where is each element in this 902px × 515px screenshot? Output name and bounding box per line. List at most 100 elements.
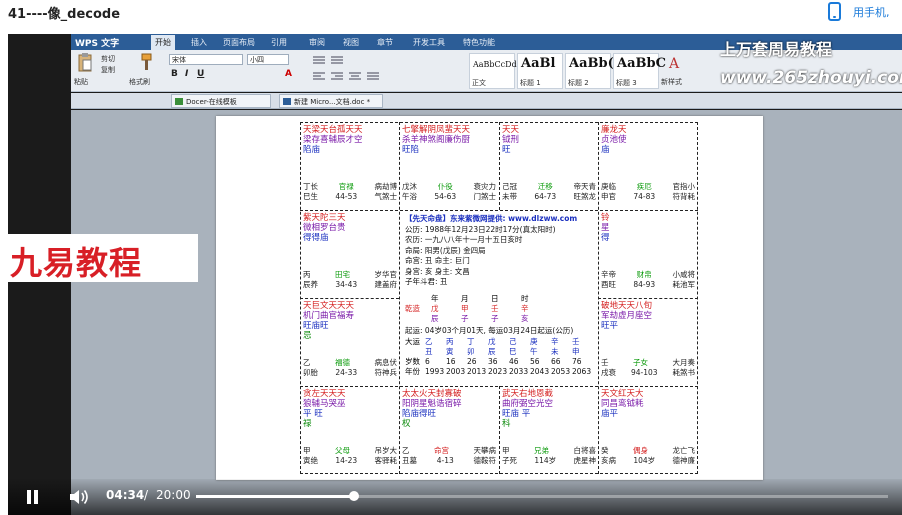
phone-icon[interactable]	[828, 2, 841, 21]
dayun-cell: 36	[488, 357, 498, 366]
stem-branch: 壬	[601, 358, 609, 367]
palace-cell: 贪左天天天 狼辅马哭巫平 旺禄甲 父母 吊岁大 寅绝 14-23 客驿耗	[300, 386, 399, 474]
stem-branch: 寅绝	[303, 456, 318, 465]
watermark-url: www.265zhouyi.com	[720, 68, 902, 88]
star-line: 平 旺	[303, 409, 323, 419]
cut-button[interactable]: 剪切	[101, 54, 115, 64]
volume-icon[interactable]	[68, 488, 90, 506]
star-line: 七擎解阴凤蜚天天	[402, 125, 471, 135]
star-line: 同昌鸾钺耗	[601, 399, 644, 409]
paste-icon[interactable]	[77, 53, 93, 73]
seek-handle[interactable]	[348, 491, 359, 501]
menu-item[interactable]: 开发工具	[413, 37, 445, 48]
stem-branch: 未带	[502, 192, 517, 201]
dayun-cell: 乙	[425, 337, 433, 346]
pause-icon	[34, 490, 38, 504]
spirit-stars: 建盖府	[374, 280, 397, 289]
page-title: 41----像_decode	[8, 7, 121, 22]
footer-line: 丙 田宅 岁华官	[303, 270, 397, 280]
new-style-button[interactable]: 新样式	[661, 77, 682, 87]
pillar-label: 日	[491, 294, 499, 303]
menu-item[interactable]: 审阅	[309, 37, 325, 48]
seek-bar[interactable]	[196, 491, 888, 501]
footer-line: 甲 兄弟 白将喜	[502, 446, 596, 456]
dayun-cell: 2053	[551, 367, 571, 376]
spirit-stars: 吊岁大	[374, 446, 398, 455]
font-color-button[interactable]: A	[285, 69, 292, 79]
phone-link[interactable]: 用手机,	[853, 4, 890, 20]
palace-footer: 戊沐 仆役 衰灾力 午浴 54-63 门煞士	[402, 182, 496, 202]
spirit-stars: 符背耗	[672, 192, 695, 201]
menu-item[interactable]: 视图	[343, 37, 359, 48]
style-preset[interactable]: AaBl 标题 1	[517, 53, 563, 89]
menu-item[interactable]: 页面布局	[223, 37, 255, 48]
pillar-heaven: 乾造 戊 甲 壬 辛	[405, 304, 595, 314]
paste-button[interactable]: 粘贴	[74, 77, 88, 87]
star-line: 杀羊神煞阁廉伤厨	[402, 135, 471, 145]
palace-cell: 廉龙天 贞池使庙庚临 疾厄 官指小 申官 74-83 符背耗	[598, 122, 697, 210]
style-name: 正文	[472, 79, 486, 87]
stem-branch: 辰养	[303, 280, 318, 289]
menu-item[interactable]: 特色功能	[463, 37, 495, 48]
document-page[interactable]: 【先天命盘】东来紫微网提供: www.dlzww.com 公历: 1988年12…	[216, 116, 763, 480]
star-line: 狼辅马哭巫	[303, 399, 346, 409]
spirit-stars: 小咸将	[672, 270, 696, 279]
paragraph-tools-icon[interactable]	[311, 54, 421, 84]
time-separator: /	[144, 488, 149, 502]
style-sample: AaBl	[521, 56, 556, 71]
footer-line: 辰养 34-43 建盖府	[303, 280, 397, 290]
palace-stars: 七擎解阴凤蜚天天 杀羊神煞阁廉伤厨 旺陷	[402, 125, 496, 155]
star-line: 庙	[601, 145, 610, 155]
spirit-stars: 帝天青	[573, 182, 597, 191]
wps-brand[interactable]: WPS 文字	[75, 36, 119, 49]
palace-cell: 天天 钺刑旺己冠 迁移 帝天青 未带 64-73 旺煞龙	[499, 122, 598, 210]
italic-button[interactable]: I	[185, 69, 188, 79]
format-painter-icon[interactable]	[139, 53, 153, 71]
palace-name: 疾厄	[636, 182, 652, 191]
info-line: 公历: 1988年12月23日22时17分(真太阳时)	[405, 224, 556, 234]
star-line: 破地天天八旬	[601, 301, 653, 311]
stem-branch: 甲	[502, 446, 510, 455]
spirit-stars: 门煞士	[473, 192, 496, 201]
footer-line: 己冠 迁移 帝天青	[502, 182, 596, 192]
heaven-stem: 甲	[461, 304, 469, 313]
palace-name: 兄弟	[534, 446, 549, 455]
dayun-cell: 66	[551, 357, 561, 366]
style-sample: AaBbCcDd	[473, 60, 517, 69]
footer-line: 巳生 44-53 气煞士	[303, 192, 397, 202]
dayun-cell: 6	[425, 357, 430, 366]
document-tab[interactable]: 新建 Micro...文档.doc *	[279, 94, 383, 108]
menu-item[interactable]: 章节	[377, 37, 393, 48]
font-size-select[interactable]: 小四	[247, 54, 289, 65]
bold-button[interactable]: B	[171, 69, 178, 79]
pause-button[interactable]	[26, 490, 40, 504]
stem-branch: 丁长	[303, 182, 318, 191]
spirit-stars: 官指小	[672, 182, 696, 191]
age-range: 114岁	[534, 456, 557, 465]
time-current: 04:34	[106, 488, 145, 502]
copy-button[interactable]: 复制	[101, 65, 115, 75]
underline-button[interactable]: U	[197, 69, 204, 79]
menu-item[interactable]: 插入	[191, 37, 207, 48]
footer-line: 庚临 疾厄 官指小	[601, 182, 695, 192]
dayun-cell: 己	[509, 337, 517, 346]
style-preset[interactable]: AaBbCcDd 正文	[469, 53, 517, 89]
palace-name: 迁移	[537, 182, 553, 191]
menu-item[interactable]: 引用	[271, 37, 287, 48]
palace-stars: 天文红天大 同昌鸾钺耗 庙平	[601, 389, 695, 419]
format-painter-button[interactable]: 格式刷	[129, 77, 150, 87]
palace-footer: 丁长 官禄 病劫博 巳生 44-53 气煞士	[303, 182, 397, 202]
footer-line: 壬 子女 大月奏	[601, 358, 695, 368]
style-preset[interactable]: AaBb(标题 2	[565, 53, 614, 89]
style-preset[interactable]: AaBbC 标题 3	[613, 53, 666, 89]
stem-branch: 庚临	[601, 182, 616, 191]
menu-item[interactable]: 开始	[151, 35, 175, 50]
font-select[interactable]: 宋体	[169, 54, 243, 65]
palace-footer: 己冠 迁移 帝天青 未带 64-73 旺煞龙	[502, 182, 596, 202]
document-tab[interactable]: Docer-在线模板	[171, 94, 271, 108]
footer-line: 戊沐 仆役 衰灾力	[402, 182, 496, 192]
stem-branch: 戌衰	[601, 368, 616, 377]
palace-stars: 铃星得	[601, 213, 695, 243]
new-style-icon[interactable]: A	[667, 54, 687, 72]
video-player[interactable]: WPS 文字 开始 插入 页面布局 引用 审阅 视图 章节 开发工具 特色功能 粘贴 剪切 复制…	[8, 34, 902, 515]
